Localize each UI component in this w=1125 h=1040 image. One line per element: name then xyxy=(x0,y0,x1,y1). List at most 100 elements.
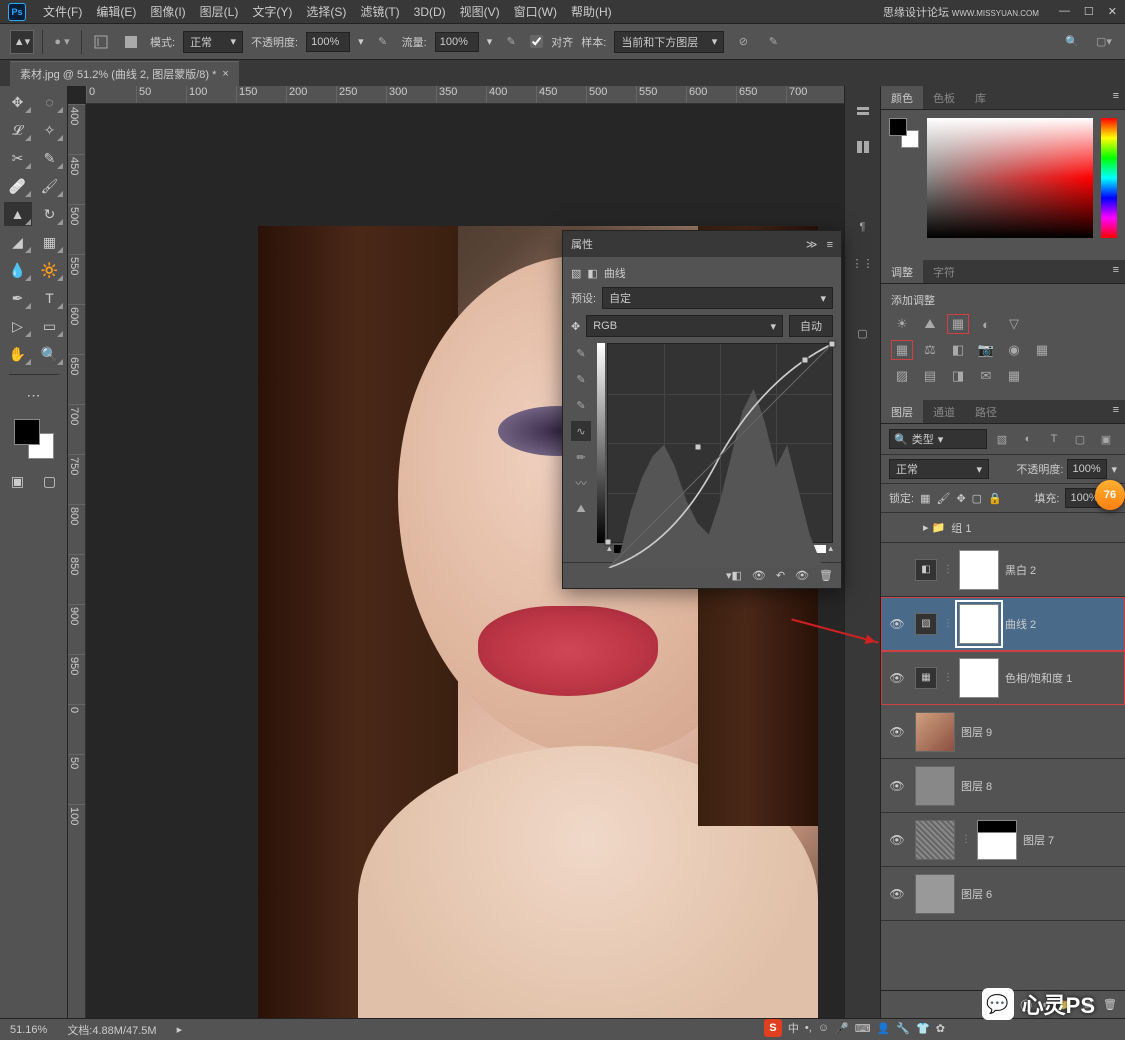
ime-icon[interactable]: 中 xyxy=(788,1020,799,1036)
align-checkbox[interactable] xyxy=(530,35,543,48)
dodge-tool[interactable]: 🔆 xyxy=(36,258,64,282)
menu-image[interactable]: 图像(I) xyxy=(143,3,192,20)
layer-opacity-input[interactable]: 100% xyxy=(1067,459,1107,479)
doc-tab[interactable]: 素材.jpg @ 51.2% (曲线 2, 图层蒙版/8) *× xyxy=(10,61,239,86)
blend-mode-select[interactable]: 正常▾ xyxy=(889,459,989,479)
invert-icon[interactable]: ▨ xyxy=(891,366,913,386)
skin-icon[interactable]: 👕 xyxy=(916,1022,930,1035)
menu-type[interactable]: 文字(Y) xyxy=(245,3,299,20)
layer-curves2[interactable]: 👁 ▧ ⋮ 曲线 2 xyxy=(881,597,1125,651)
dock-actions-icon[interactable] xyxy=(852,136,874,158)
filter-smart-icon[interactable]: ▣ xyxy=(1095,428,1117,450)
tool-icon[interactable]: 🔧 xyxy=(896,1022,910,1035)
clip-icon[interactable]: ▾◧ xyxy=(726,569,742,582)
mask-thumb[interactable] xyxy=(959,604,999,644)
mode-select[interactable]: 正常▾ xyxy=(183,31,243,53)
layer-7[interactable]: 👁 ⋮ 图层 7 xyxy=(881,813,1125,867)
tab-color[interactable]: 颜色 xyxy=(881,86,923,109)
emoji-icon[interactable]: ☺ xyxy=(818,1022,829,1034)
zoom-level[interactable]: 51.16% xyxy=(10,1024,47,1036)
dock-paragraph-icon[interactable]: ¶ xyxy=(852,216,874,238)
properties-header[interactable]: 属性 ≫ ≡ xyxy=(563,231,841,257)
tab-character[interactable]: 字符 xyxy=(923,260,965,283)
vibrance-icon[interactable]: ▽ xyxy=(1003,314,1025,334)
layer-6[interactable]: 👁 图层 6 xyxy=(881,867,1125,921)
layer-8[interactable]: 👁 图层 8 xyxy=(881,759,1125,813)
layer-bw2[interactable]: ◧ ⋮ 黑白 2 xyxy=(881,543,1125,597)
sogou-icon[interactable]: S xyxy=(764,1019,782,1037)
channel-select[interactable]: RGB▾ xyxy=(586,315,783,337)
panel-menu-icon[interactable]: ≡ xyxy=(1107,400,1125,423)
posterize-icon[interactable]: ▤ xyxy=(919,366,941,386)
tab-libraries[interactable]: 库 xyxy=(965,86,996,109)
doc-size[interactable]: 文档:4.88M/47.5M xyxy=(67,1022,156,1038)
brightness-icon[interactable]: ☀ xyxy=(891,314,913,334)
color-field[interactable] xyxy=(927,118,1093,238)
opacity-input[interactable]: 100% xyxy=(306,32,350,52)
lock-artboard-icon[interactable]: ▢ xyxy=(972,492,982,505)
color-balance-icon[interactable]: ⚖ xyxy=(919,340,941,360)
menu-select[interactable]: 选择(S) xyxy=(299,3,353,20)
mask-thumb[interactable] xyxy=(959,658,999,698)
screen-mode-icon[interactable]: ▢ xyxy=(36,469,64,493)
quick-mask-icon[interactable]: ▣ xyxy=(4,469,32,493)
shape-tool[interactable]: ▭ xyxy=(36,314,64,338)
mask-icon[interactable]: ◧ xyxy=(587,267,597,280)
brush-settings-icon[interactable] xyxy=(120,31,142,53)
properties-panel[interactable]: 属性 ≫ ≡ ▧ ◧ 曲线 预设: 自定▾ ✥ RGB▾ 自动 ✎ ✎ ✎ ∿ … xyxy=(562,230,842,589)
move-tool[interactable]: ✥ xyxy=(4,90,32,114)
minimize-icon[interactable]: — xyxy=(1059,5,1070,18)
curves-icon[interactable]: ▦ xyxy=(947,314,969,334)
layer-group-1[interactable]: ▸ 📁 组 1 xyxy=(881,513,1125,543)
lasso-tool[interactable]: 𝓛 xyxy=(4,118,32,142)
menu-filter[interactable]: 滤镜(T) xyxy=(353,3,406,20)
airbrush-icon[interactable]: ✎ xyxy=(500,31,522,53)
link-icon[interactable]: ⋮ xyxy=(961,834,971,845)
filter-pixel-icon[interactable]: ▧ xyxy=(991,428,1013,450)
brush-tool[interactable]: 🖌 xyxy=(36,174,64,198)
visibility-icon[interactable]: 👁 xyxy=(885,671,909,685)
preset-select[interactable]: 自定▾ xyxy=(602,287,833,309)
crop-tool[interactable]: ✂ xyxy=(4,146,32,170)
bw-icon[interactable]: ◧ xyxy=(947,340,969,360)
menu-file[interactable]: 文件(F) xyxy=(36,3,89,20)
lock-all-icon[interactable]: 🔒 xyxy=(988,492,1002,505)
filter-adj-icon[interactable]: ◐ xyxy=(1017,428,1039,450)
brush-preset-icon[interactable]: ● ▾ xyxy=(51,31,73,53)
panel-menu-icon[interactable]: ≡ xyxy=(1107,86,1125,109)
pressure-opacity-icon[interactable]: ✎ xyxy=(372,31,394,53)
modify-image-icon[interactable]: ✥ xyxy=(571,320,580,333)
layer-thumb[interactable] xyxy=(915,820,955,860)
close-icon[interactable]: ✕ xyxy=(1108,5,1117,18)
hue-slider[interactable] xyxy=(1101,118,1117,238)
levels-icon[interactable]: ⛰ xyxy=(919,314,941,334)
visibility-icon[interactable]: 👁 xyxy=(885,617,909,631)
dock-info-icon[interactable]: ▢ xyxy=(852,322,874,344)
histogram-icon[interactable]: ⛰ xyxy=(571,499,591,519)
lut-icon[interactable]: ▦ xyxy=(1031,340,1053,360)
maximize-icon[interactable]: ☐ xyxy=(1084,5,1094,18)
tab-layers[interactable]: 图层 xyxy=(881,400,923,423)
eyedropper-gray-icon[interactable]: ✎ xyxy=(571,369,591,389)
clone-stamp-tool[interactable]: ▲ xyxy=(4,202,32,226)
link-icon[interactable]: ⋮ xyxy=(943,564,953,575)
dock-history-icon[interactable] xyxy=(852,100,874,122)
layer-thumb[interactable] xyxy=(915,712,955,752)
tool-preset[interactable]: ▲▾ xyxy=(10,30,34,54)
healing-tool[interactable]: 🩹 xyxy=(4,174,32,198)
selective-color-icon[interactable]: ▦ xyxy=(1003,366,1025,386)
visibility-icon[interactable]: 👁 xyxy=(885,887,909,901)
pen-tool[interactable]: ✒ xyxy=(4,286,32,310)
layer-filter-select[interactable]: 🔍 类型 ▾ xyxy=(889,429,987,449)
link-icon[interactable]: ⋮ xyxy=(943,672,953,683)
visibility-icon[interactable]: 👁 xyxy=(885,725,909,739)
marquee-tool[interactable]: ◌ xyxy=(36,90,64,114)
point-curve-icon[interactable]: ∿ xyxy=(571,421,591,441)
menu-view[interactable]: 视图(V) xyxy=(453,3,507,20)
toggle-vis-icon[interactable]: 👁 xyxy=(795,569,809,582)
flow-input[interactable]: 100% xyxy=(435,32,479,52)
menu-window[interactable]: 窗口(W) xyxy=(507,3,564,20)
path-select-tool[interactable]: ▷ xyxy=(4,314,32,338)
menu-edit[interactable]: 编辑(E) xyxy=(89,3,143,20)
search-icon[interactable]: 🔍 xyxy=(1061,31,1083,53)
